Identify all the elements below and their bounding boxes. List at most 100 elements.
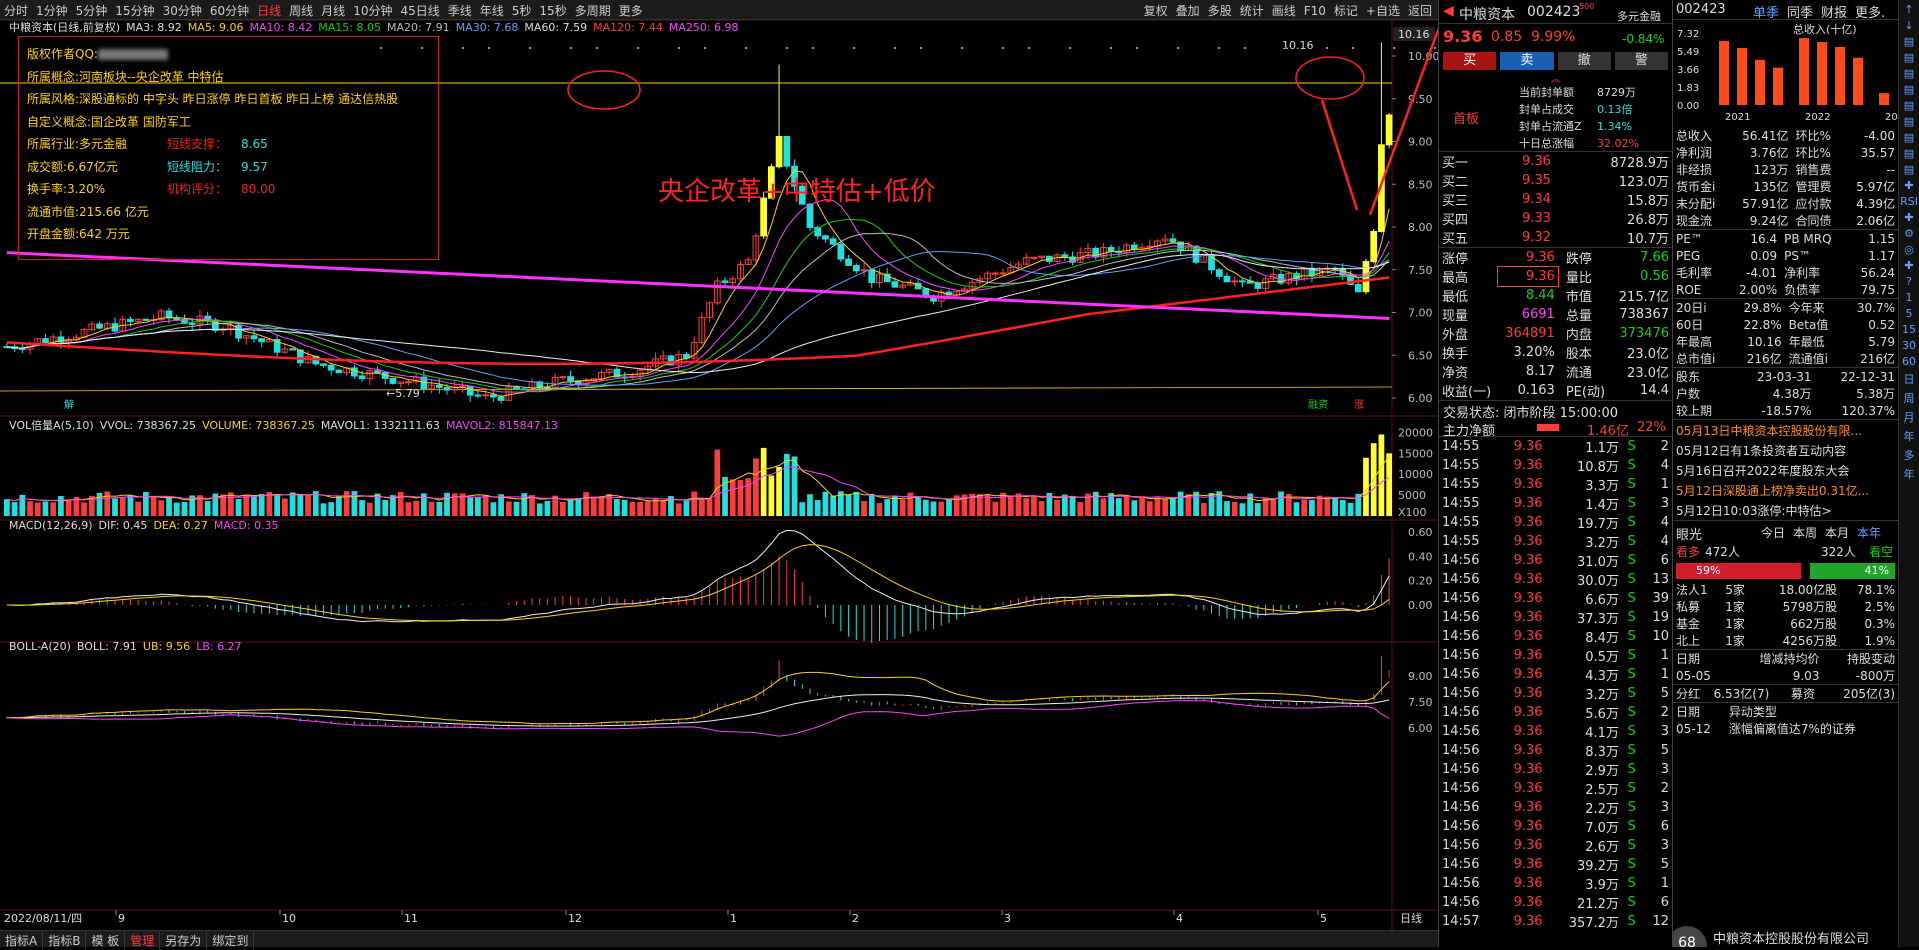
side-tool-icon[interactable]: 年	[1899, 466, 1919, 482]
finance-tab[interactable]: 同季	[1787, 6, 1813, 21]
side-tool-icon[interactable]: ↓	[1899, 19, 1919, 32]
indicator-tab[interactable]: 指标B	[43, 931, 87, 950]
toolbar-button[interactable]: 叠加	[1172, 0, 1204, 19]
tick-price: 9.36	[1513, 857, 1543, 872]
period-tab[interactable]: 更多	[615, 0, 647, 19]
side-tool-icon[interactable]: ✚	[1899, 259, 1919, 272]
side-tool-icon[interactable]: 5	[1899, 307, 1919, 320]
news-item[interactable]: 5月12日深股通上榜净卖出0.31亿...	[1673, 480, 1898, 500]
revenue-bar	[1853, 57, 1863, 105]
news-item[interactable]: 05月13日中粮资本控股股份有限...	[1673, 420, 1898, 440]
stat-value: 738367	[1619, 307, 1669, 322]
period-tab[interactable]: 30分钟	[159, 0, 206, 19]
side-tool-icon[interactable]: ✚	[1899, 179, 1919, 192]
view-tab[interactable]: 本年	[1857, 526, 1881, 540]
period-tab[interactable]: 15分钟	[111, 0, 158, 19]
indicator-tab[interactable]: 另存为	[160, 931, 208, 950]
side-tool-icon[interactable]: ↑	[1899, 3, 1919, 16]
period-tab[interactable]: 10分钟	[349, 0, 396, 19]
view-tab[interactable]: 本月	[1825, 526, 1849, 540]
back-arrow-icon[interactable]: ◀	[1443, 3, 1454, 19]
score-badge[interactable]: 68	[1673, 926, 1707, 947]
cancel-order-button[interactable]: 撤	[1557, 52, 1611, 70]
side-tool-icon[interactable]: 月	[1899, 409, 1919, 425]
period-tab[interactable]: 多周期	[571, 0, 615, 19]
toolbar-button[interactable]: 返回	[1404, 0, 1436, 19]
toolbar-button[interactable]: 标记	[1330, 0, 1362, 19]
finance-tab[interactable]: 单季	[1753, 6, 1779, 21]
period-tab[interactable]: 月线	[317, 0, 349, 19]
side-tool-icon[interactable]: ▤	[1899, 51, 1919, 64]
side-tool-icon[interactable]: 1	[1899, 291, 1919, 304]
side-tool-icon[interactable]: 周	[1899, 390, 1919, 406]
side-tool-icon[interactable]: 15	[1899, 323, 1919, 336]
toolbar-button[interactable]: F10	[1300, 2, 1330, 19]
inst-type: 北上	[1676, 634, 1701, 648]
period-tab[interactable]: 60分钟	[206, 0, 253, 19]
period-tab[interactable]: 5分钟	[72, 0, 112, 19]
side-tool-icon[interactable]: ⚙	[1899, 227, 1919, 240]
sector-name[interactable]: 多元金融	[1617, 8, 1661, 24]
tick-volume: 4.3万	[1585, 669, 1619, 684]
finance-tab[interactable]: 更多.	[1855, 6, 1885, 21]
side-tool-icon[interactable]: RSI	[1899, 195, 1919, 208]
period-tab[interactable]: 1分钟	[32, 0, 72, 19]
period-tab[interactable]: 分时	[0, 0, 32, 19]
side-tool-icon[interactable]: 年	[1899, 428, 1919, 444]
buy-button[interactable]: 买	[1443, 52, 1497, 70]
view-tab[interactable]: 本周	[1793, 526, 1817, 540]
side-tool-icon[interactable]: ▤	[1899, 131, 1919, 144]
toolbar-button[interactable]: +自选	[1362, 0, 1404, 19]
side-tool-icon[interactable]: ✚	[1899, 211, 1919, 224]
side-tool-icon[interactable]: 多	[1899, 447, 1919, 463]
period-tab[interactable]: 年线	[476, 0, 508, 19]
news-item[interactable]: 5月16日召开2022年度股东大会	[1673, 460, 1898, 480]
indicator-tab[interactable]: 管理	[125, 931, 161, 950]
period-tab[interactable]: 5秒	[508, 0, 536, 19]
period-tab[interactable]: 45日线	[396, 0, 443, 19]
side-tool-icon[interactable]: 60	[1899, 355, 1919, 368]
news-item[interactable]: 05月12日有1条投资者互动内容	[1673, 440, 1898, 460]
side-tool-icon[interactable]: ▤	[1899, 83, 1919, 96]
volume-bar	[938, 501, 945, 516]
side-tool-icon[interactable]: ▤	[1899, 147, 1919, 160]
volume-tick: 10000	[1398, 468, 1433, 481]
bid-row[interactable]: 买二 9.35 123.0万	[1439, 171, 1672, 190]
toolbar-button[interactable]: 复权	[1140, 0, 1172, 19]
toolbar-button[interactable]: 多股	[1204, 0, 1236, 19]
bid-row[interactable]: 买一 9.36 8728.9万	[1439, 152, 1672, 171]
period-tab[interactable]: 季线	[444, 0, 476, 19]
side-tool-icon[interactable]: ▤	[1899, 163, 1919, 176]
side-tool-icon[interactable]: ▤	[1899, 99, 1919, 112]
period-tab[interactable]: 日线	[253, 0, 285, 19]
volume-bar	[899, 499, 906, 516]
volume-bar	[27, 501, 33, 516]
side-tool-icon[interactable]: ◎	[1899, 243, 1919, 256]
toolbar-button[interactable]: 统计	[1236, 0, 1268, 19]
news-item[interactable]: 5月12日10:03涨停:中特估>	[1673, 500, 1898, 520]
side-tool-icon[interactable]: ▤	[1899, 67, 1919, 80]
toolbar-button[interactable]: 画线	[1268, 0, 1300, 19]
view-tab[interactable]: 今日	[1761, 526, 1785, 540]
sell-button[interactable]: 卖	[1500, 52, 1554, 70]
volume-bar	[930, 501, 937, 516]
side-tool-icon[interactable]: ▤	[1899, 115, 1919, 128]
period-tab[interactable]: 周线	[285, 0, 317, 19]
alert-button[interactable]: 警	[1614, 52, 1668, 70]
side-tool-icon[interactable]: ▤	[1899, 35, 1919, 48]
bid-row[interactable]: 买四 9.33 26.8万	[1439, 209, 1672, 228]
side-tool-icon[interactable]: 30	[1899, 339, 1919, 352]
period-tab[interactable]: 15秒	[535, 0, 570, 19]
tick-side: S	[1627, 572, 1636, 587]
side-tool-icon[interactable]: 日	[1899, 371, 1919, 387]
bid-row[interactable]: 买五 9.32 10.7万	[1439, 228, 1672, 248]
indicator-tab[interactable]: 指标A	[0, 931, 44, 950]
tick-count: 39	[1652, 591, 1669, 606]
expand-arrow-icon[interactable]: ︽	[1439, 72, 1672, 85]
side-tool-icon[interactable]: ?	[1899, 275, 1919, 288]
indicator-tab[interactable]: 绑定到	[207, 931, 255, 950]
bid-row[interactable]: 买三 9.34 15.8万	[1439, 190, 1672, 209]
indicator-tab[interactable]: 模 板	[86, 931, 126, 950]
fin-value: 56.41亿	[1742, 129, 1789, 143]
finance-tab[interactable]: 财报	[1821, 6, 1847, 21]
